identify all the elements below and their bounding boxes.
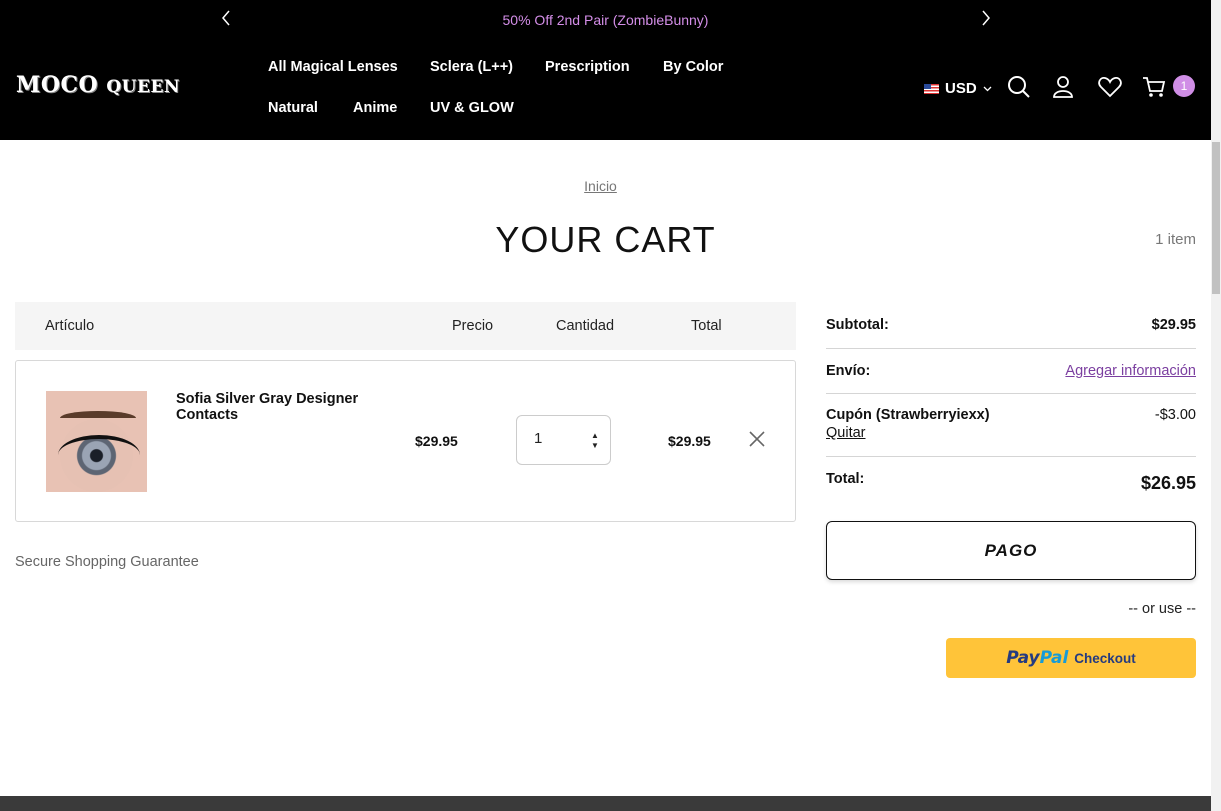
- subtotal-value: $29.95: [1151, 317, 1196, 333]
- nav-all-magical-lenses[interactable]: All Magical Lenses: [268, 59, 398, 75]
- site-header: 50% Off 2nd Pair (ZombieBunny) MOCO QUEE…: [0, 0, 1211, 140]
- logo-word-moco: MOCO: [16, 72, 99, 98]
- add-shipping-info-link[interactable]: Agregar información: [1065, 363, 1196, 379]
- announcement-text: 50% Off 2nd Pair (ZombieBunny): [502, 12, 709, 28]
- nav-natural[interactable]: Natural: [268, 100, 318, 116]
- paypal-checkout-label: Checkout: [1074, 650, 1136, 666]
- announcement-next-arrow-icon[interactable]: [976, 6, 996, 30]
- summary-divider: [826, 456, 1196, 457]
- cart-count-badge[interactable]: 1: [1173, 75, 1195, 97]
- search-icon[interactable]: [1006, 74, 1032, 100]
- quantity-decrease-icon[interactable]: ▼: [589, 441, 601, 451]
- quantity-input[interactable]: [534, 430, 584, 447]
- coupon-value: -$3.00: [1154, 407, 1196, 423]
- paypal-checkout-button[interactable]: PayPal Checkout: [946, 638, 1196, 678]
- chevron-down-icon: [983, 86, 992, 91]
- page-scrollbar[interactable]: [1211, 0, 1221, 811]
- footer-strip: [0, 796, 1211, 811]
- summary-divider: [826, 393, 1196, 394]
- logo-word-queen: QUEEN: [106, 77, 180, 97]
- cart-table-header: Artículo Precio Cantidad Total: [15, 302, 796, 350]
- nav-uv-glow[interactable]: UV & GLOW: [430, 100, 514, 116]
- header-price: Precio: [452, 318, 494, 334]
- nav-prescription[interactable]: Prescription: [545, 59, 630, 75]
- quantity-stepper[interactable]: ▲ ▼: [516, 415, 611, 465]
- site-logo[interactable]: MOCO QUEEN: [16, 72, 180, 98]
- product-image[interactable]: [46, 391, 147, 492]
- cart-item-count: 1 item: [1155, 231, 1196, 248]
- us-flag-icon: [924, 83, 939, 94]
- item-price: $29.95: [415, 433, 458, 449]
- or-use-text: -- or use --: [1128, 601, 1196, 617]
- account-icon[interactable]: [1050, 74, 1076, 100]
- shipping-label: Envío:: [826, 363, 871, 379]
- cart-icon[interactable]: [1141, 74, 1167, 100]
- coupon-label: Cupón (Strawberryiexx): [826, 407, 990, 423]
- remove-coupon-link[interactable]: Quitar: [826, 425, 866, 441]
- remove-item-close-icon[interactable]: [747, 429, 767, 449]
- header-total: Total: [691, 318, 722, 334]
- currency-code: USD: [945, 80, 977, 97]
- total-label: Total:: [826, 471, 865, 487]
- item-total: $29.95: [668, 433, 711, 449]
- checkout-button[interactable]: PAGO: [826, 521, 1196, 580]
- cart-item-row: Sofia Silver Gray Designer Contacts $29.…: [15, 360, 796, 522]
- summary-divider: [826, 348, 1196, 349]
- header-quantity: Cantidad: [556, 318, 615, 334]
- subtotal-label: Subtotal:: [826, 317, 889, 333]
- currency-selector[interactable]: USD: [924, 80, 992, 97]
- wishlist-heart-icon[interactable]: [1097, 74, 1123, 100]
- header-item: Artículo: [45, 318, 95, 334]
- breadcrumb-home-link[interactable]: Inicio: [0, 178, 1201, 194]
- product-name-link[interactable]: Sofia Silver Gray Designer Contacts: [176, 391, 386, 423]
- total-value: $26.95: [1140, 473, 1196, 493]
- secure-shopping-text: Secure Shopping Guarantee: [15, 554, 199, 570]
- paypal-logo: PayPal: [1006, 648, 1069, 668]
- nav-anime[interactable]: Anime: [353, 100, 397, 116]
- nav-sclera[interactable]: Sclera (L++): [430, 59, 513, 75]
- quantity-increase-icon[interactable]: ▲: [589, 431, 601, 441]
- page-title: YOUR CART: [495, 219, 716, 260]
- page-scrollbar-thumb[interactable]: [1212, 142, 1220, 294]
- nav-by-color[interactable]: By Color: [663, 59, 723, 75]
